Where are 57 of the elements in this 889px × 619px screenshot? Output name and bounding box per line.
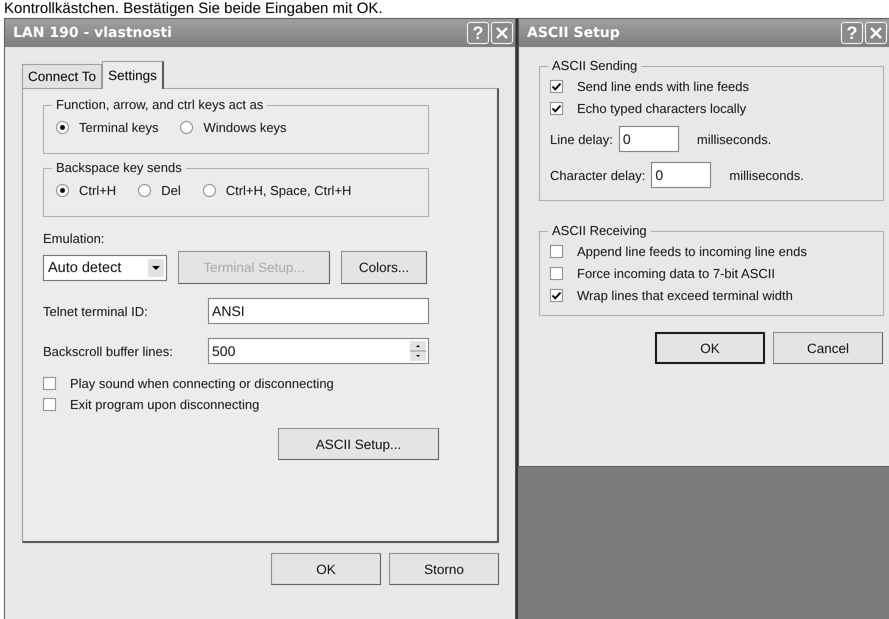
unit-label: milliseconds. [729, 168, 804, 182]
radio-button[interactable] [56, 121, 69, 134]
checkbox[interactable] [43, 398, 56, 411]
field-label: Line delay: [550, 132, 613, 146]
radio-label: Windows keys [203, 120, 287, 135]
radio-label: Del [161, 183, 181, 198]
close-button[interactable] [491, 22, 513, 44]
group-label: Function, arrow, and ctrl keys act as [52, 97, 268, 112]
field-label: Emulation: [43, 231, 106, 246]
radio-button[interactable] [180, 121, 194, 134]
group-label: ASCII Receiving [548, 223, 651, 238]
checkbox[interactable] [550, 245, 563, 258]
window-title: ASCII Setup [527, 25, 620, 41]
checkbox-label: Echo typed characters locally [577, 101, 746, 116]
dialog-button[interactable]: Storno [389, 553, 499, 585]
checkbox[interactable] [550, 267, 563, 280]
emulation-dropdown[interactable]: Auto detect [43, 254, 167, 280]
field-label: Telnet terminal ID: [43, 304, 149, 318]
checkbox-label: Wrap lines that exceed terminal width [577, 288, 793, 303]
window-title: LAN 190 - vlastnosti [13, 25, 172, 41]
dialog-button[interactable]: OK [655, 332, 765, 364]
close-icon [869, 26, 883, 40]
dialog-button[interactable]: OK [271, 553, 381, 585]
field-label: Backscroll buffer lines: [43, 344, 174, 358]
tab[interactable]: Settings [102, 61, 164, 89]
checkbox-label: Send line ends with line feeds [577, 79, 750, 94]
field-label: Character delay: [550, 168, 646, 182]
dialog-button[interactable]: Cancel [773, 332, 883, 364]
ascii-setup-button[interactable]: ASCII Setup... [278, 428, 439, 460]
radio-label: Ctrl+H, Space, Ctrl+H [226, 183, 352, 198]
spinner-arrows-icon [410, 341, 426, 361]
caret-icon [148, 258, 164, 276]
radio-button[interactable] [56, 184, 69, 197]
unit-label: milliseconds. [696, 132, 772, 146]
tab[interactable]: Connect To [22, 64, 102, 88]
radio-button[interactable] [202, 184, 216, 197]
input-field[interactable]: 0 [618, 126, 679, 152]
checkbox-label: Exit program upon disconnecting [70, 397, 260, 412]
caption-text: Kontrollkästchen. Bestätigen Sie beide Eingaben mit OK. [3, 0, 384, 18]
input-field[interactable]: ANSI [208, 298, 429, 324]
close-icon [495, 26, 509, 40]
input-field[interactable]: 0 [651, 162, 712, 188]
checkbox[interactable] [43, 377, 56, 390]
checkbox[interactable] [550, 80, 563, 93]
checkbox-label: Play sound when connecting or disconnecting [70, 376, 334, 391]
checkbox-label: Force incoming data to 7-bit ASCII [577, 266, 775, 281]
radio-label: Ctrl+H [79, 183, 116, 198]
radio-label: Terminal keys [79, 120, 158, 135]
checkbox[interactable] [550, 289, 563, 302]
spin-field[interactable]: 500 [208, 338, 429, 364]
close-button[interactable] [865, 22, 887, 44]
dialog-button[interactable]: Colors... [341, 251, 427, 284]
checkbox[interactable] [550, 102, 563, 115]
group-label: ASCII Sending [548, 58, 642, 73]
checkbox-label: Append line feeds to incoming line ends [577, 244, 807, 259]
group-label: Backspace key sends [52, 160, 186, 175]
radio-button[interactable] [138, 184, 152, 197]
